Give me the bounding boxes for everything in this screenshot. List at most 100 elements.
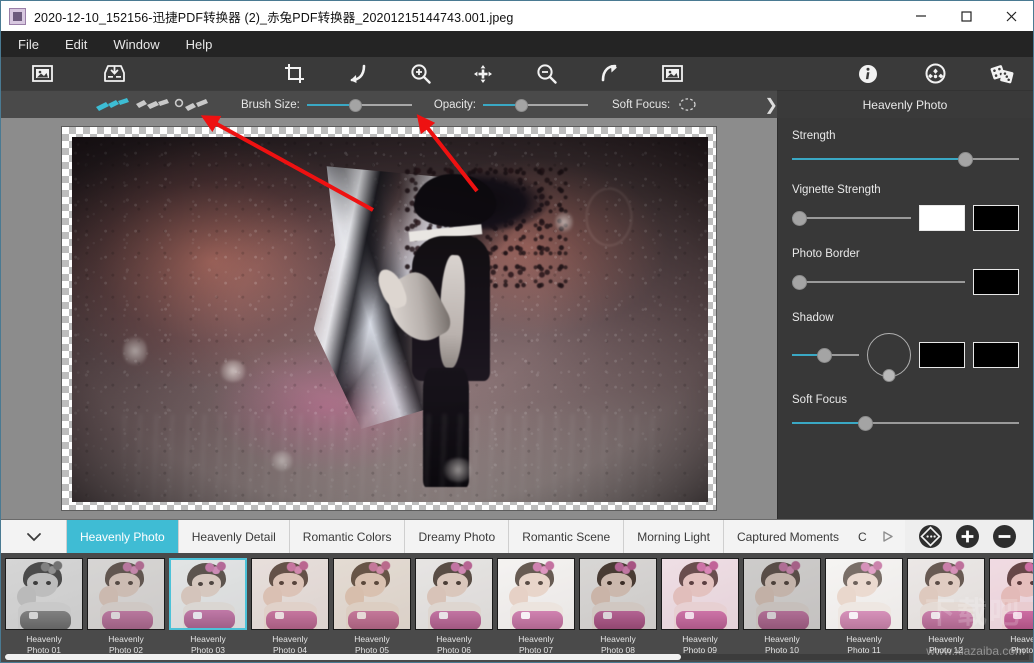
random-dice-icon[interactable] (985, 59, 1019, 89)
thumb-label-line1: Heavenly (928, 634, 964, 644)
erase-brush-icon[interactable] (133, 94, 173, 116)
control-soft-focus: Soft Focus (792, 394, 1019, 431)
tab-romantic-colors[interactable]: Romantic Colors (289, 520, 406, 553)
title-bar: 2020-12-10_152156-迅捷PDF转换器 (2)_赤兔PDF转换器_… (1, 1, 1033, 31)
thumb-label-line1: Heavenly (682, 634, 718, 644)
preset-actions (919, 520, 1033, 553)
thumb-label-line1: Heavenly (26, 634, 62, 644)
play-right-icon[interactable] (870, 520, 905, 553)
chevron-down-icon[interactable] (1, 520, 67, 553)
soft-focus-circle-icon[interactable] (677, 97, 697, 113)
more-options-button[interactable] (919, 525, 942, 548)
adjustments-panel: Strength Vignette Strength Photo Border (777, 118, 1033, 519)
maximize-icon[interactable] (943, 1, 988, 31)
save-image-icon[interactable] (97, 59, 131, 89)
thumb-label-line1: Heavenly (108, 634, 144, 644)
strength-slider[interactable] (792, 151, 1019, 167)
menu-help[interactable]: Help (173, 34, 226, 55)
zoom-in-icon[interactable] (403, 59, 437, 89)
window-controls (898, 1, 1033, 31)
thumbnail-item-selected[interactable]: Heavenly Photo 03 (169, 558, 247, 662)
menu-file[interactable]: File (5, 34, 52, 55)
thumbnail-item[interactable]: Heavenly Photo 05 (333, 558, 411, 662)
smudge-brush-icon[interactable] (173, 94, 213, 116)
thumbnail-item[interactable]: Heavenly Photo 10 (743, 558, 821, 662)
soft-focus-slider[interactable] (792, 415, 1019, 431)
thumbnail-item[interactable]: Heavenly Photo 08 (579, 558, 657, 662)
menu-edit[interactable]: Edit (52, 34, 100, 55)
thumbnail-item[interactable]: Heavenly Photo 06 (415, 558, 493, 662)
redo-icon[interactable] (592, 59, 626, 89)
shadow-color-swatch-2[interactable] (973, 342, 1019, 368)
preset-name-display: Heavenly Photo (777, 90, 1033, 118)
undo-icon[interactable] (340, 59, 374, 89)
window-title: 2020-12-10_152156-迅捷PDF转换器 (2)_赤兔PDF转换器_… (34, 10, 514, 25)
strength-label: Strength (792, 130, 836, 142)
control-photo-border: Photo Border (792, 248, 1019, 295)
application-window: 2020-12-10_152156-迅捷PDF转换器 (2)_赤兔PDF转换器_… (0, 0, 1034, 663)
control-strength: Strength (792, 130, 1019, 167)
icon-toolbar (1, 57, 1033, 90)
tab-captured-moments[interactable]: Captured Moments (723, 520, 852, 553)
thumb-label-line1: Heavenly (1010, 634, 1033, 644)
shadow-label: Shadow (792, 312, 834, 324)
thumbnail-strip[interactable]: Heavenly Photo 01 Heavenly Photo 02 Heaven… (1, 553, 1033, 662)
vignette-color-swatch-dark[interactable] (973, 205, 1019, 231)
thumbnail-item[interactable]: Heavenly Photo 02 (87, 558, 165, 662)
tab-heavenly-photo[interactable]: Heavenly Photo (67, 520, 179, 553)
canvas-area[interactable] (1, 118, 777, 519)
open-image-icon[interactable] (25, 59, 59, 89)
thumb-label-line1: Heavenly (272, 634, 308, 644)
thumbnail-item[interactable]: Heavenly Photo 01 (5, 558, 83, 662)
settings-icon[interactable] (918, 59, 952, 89)
thumb-label-line1: Heavenly (846, 634, 882, 644)
vignette-strength-slider[interactable] (792, 210, 911, 226)
photo-border-slider[interactable] (792, 274, 965, 290)
move-icon[interactable] (466, 59, 500, 89)
info-icon[interactable] (851, 59, 885, 89)
minimize-icon[interactable] (898, 1, 943, 31)
soft-focus-panel-label: Soft Focus (792, 394, 847, 406)
paint-brush-icon[interactable] (93, 94, 133, 116)
thumb-label-line1: Heavenly (190, 634, 226, 644)
control-vignette-strength: Vignette Strength (792, 184, 1019, 231)
tab-dreamy-photo[interactable]: Dreamy Photo (405, 520, 510, 553)
thumbnail-item[interactable]: Heavenly Photo 09 (661, 558, 739, 662)
edited-photo[interactable] (72, 137, 708, 502)
tab-heavenly-detail[interactable]: Heavenly Detail (178, 520, 290, 553)
thumb-label-line1: Heavenly (518, 634, 554, 644)
shadow-slider[interactable] (792, 347, 859, 363)
control-shadow: Shadow (792, 312, 1019, 382)
thumb-label-line1: Heavenly (764, 634, 800, 644)
tab-clipped[interactable]: C (852, 520, 871, 553)
thumb-label-line1: Heavenly (600, 634, 636, 644)
photo-border-color-swatch[interactable] (973, 269, 1019, 295)
tab-romantic-scene[interactable]: Romantic Scene (509, 520, 625, 553)
thumbnail-item[interactable]: Heavenly Photo 12 (907, 558, 985, 662)
close-icon[interactable] (988, 1, 1033, 31)
menu-window[interactable]: Window (100, 34, 172, 55)
brush-size-slider[interactable] (306, 96, 412, 114)
remove-preset-button[interactable] (993, 525, 1016, 548)
photo-border-label: Photo Border (792, 248, 860, 260)
thumbnail-item[interactable]: Heavenly Photo 11 (825, 558, 903, 662)
thumbnail-item[interactable]: HeavenlyPhoto 13 (989, 558, 1033, 662)
vignette-color-swatch-light[interactable] (919, 205, 965, 231)
fit-image-icon[interactable] (655, 59, 689, 89)
thumbnail-item[interactable]: Heavenly Photo 04 (251, 558, 329, 662)
add-preset-button[interactable] (956, 525, 979, 548)
menu-bar: File Edit Window Help (1, 31, 1033, 57)
crop-icon[interactable] (277, 59, 311, 89)
opacity-label: Opacity: (433, 98, 476, 111)
thumb-label-line1: Heavenly (354, 634, 390, 644)
soft-focus-label: Soft Focus: (612, 98, 671, 111)
zoom-out-icon[interactable] (529, 59, 563, 89)
opacity-slider[interactable] (483, 96, 588, 114)
thumbnail-scrollbar[interactable] (5, 654, 1029, 660)
brush-size-label: Brush Size: (241, 98, 300, 111)
image-file-icon (9, 7, 26, 25)
shadow-angle-dial[interactable] (867, 333, 911, 382)
shadow-color-swatch-1[interactable] (919, 342, 965, 368)
thumbnail-item[interactable]: Heavenly Photo 07 (497, 558, 575, 662)
tab-morning-light[interactable]: Morning Light (624, 520, 724, 553)
